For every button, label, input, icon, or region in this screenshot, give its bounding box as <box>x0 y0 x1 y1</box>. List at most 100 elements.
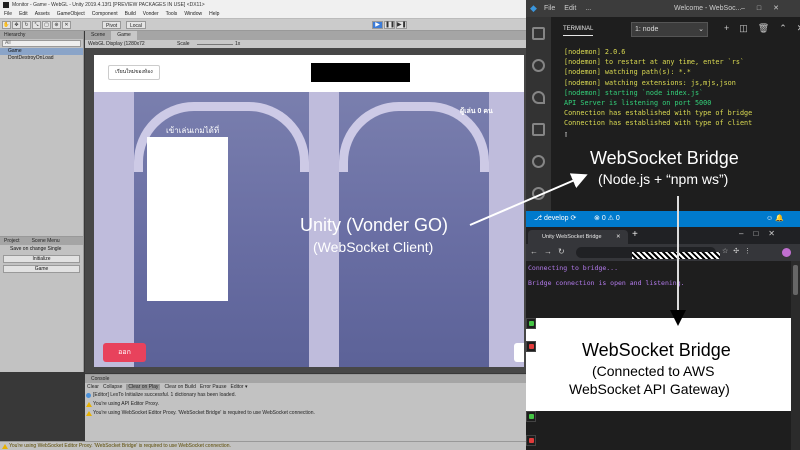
menu-assets[interactable]: Assets <box>35 10 50 19</box>
extensions-icon[interactable] <box>532 123 545 136</box>
source-control-icon[interactable] <box>532 91 545 104</box>
browser-tab[interactable]: Unity WebSocket Bridge ✕ <box>528 230 628 244</box>
game-panel: Scene Game WebGL Display (1280x72 Scale … <box>85 31 526 373</box>
menu-vonder[interactable]: Vonder <box>143 10 159 19</box>
new-tab-icon[interactable]: + <box>632 229 638 240</box>
avatar[interactable] <box>782 248 791 257</box>
back-icon[interactable]: ← <box>530 247 544 256</box>
pivot-toggle[interactable]: Pivot <box>102 21 122 29</box>
add-terminal-icon[interactable]: + <box>724 23 739 33</box>
window-controls[interactable]: –□✕ <box>741 0 791 17</box>
vscode-menu: File Edit... <box>544 0 600 17</box>
hand-tool-icon[interactable]: ✋ <box>2 21 11 29</box>
move-tool-icon[interactable]: ✥ <box>12 21 21 29</box>
sync-icon[interactable]: ⟳ <box>571 215 577 222</box>
forward-icon[interactable]: → <box>544 247 558 256</box>
tab-terminal[interactable]: TERMINAL <box>563 26 594 36</box>
scrollbar-thumb[interactable] <box>793 265 798 295</box>
console-error-pause-button[interactable]: Error Pause <box>200 384 227 390</box>
feedback-icon[interactable]: ☺ <box>766 215 773 222</box>
menu-help[interactable]: Help <box>209 10 219 19</box>
chrome-window-controls[interactable]: –□✕ <box>739 229 785 238</box>
console-clear-button[interactable]: Clear <box>87 384 99 390</box>
gear-icon[interactable] <box>532 187 545 200</box>
save-on-change-select[interactable]: Single <box>48 246 62 252</box>
rotate-tool-icon[interactable]: ↻ <box>22 21 31 29</box>
terminal-select[interactable]: 1: node ⌄ <box>631 22 708 37</box>
console-row[interactable]: [Editor] LexTo Initialize successful. 1 … <box>85 391 526 400</box>
join-label: เข้าเล่นเกมได้ที่ <box>166 126 220 135</box>
vscode-menu-edit[interactable]: Edit <box>564 5 576 12</box>
display-select[interactable]: WebGL Display (1280x72 <box>88 41 145 47</box>
unity-menu-bar: File Edit Assets GameObject Component Build Vo… <box>0 10 526 19</box>
tab-scene-menu[interactable]: Scene Menu <box>32 238 60 244</box>
close-tab-icon[interactable]: ✕ <box>616 230 621 244</box>
terminal-output[interactable]: [nodemon] 2.0.6 [nodemon] to restart at a… <box>564 47 800 139</box>
explorer-icon[interactable] <box>532 27 545 40</box>
reload-icon[interactable]: ↻ <box>558 247 571 256</box>
scale-label: Scale <box>177 41 190 47</box>
search-icon[interactable] <box>532 59 545 72</box>
scrollbar[interactable] <box>791 261 800 450</box>
vscode-status-bar: ⎇ develop ⟳ ⊗ 0 ⚠ 0 ☺ 🔔 <box>526 211 800 227</box>
tab-scene[interactable]: Scene <box>85 31 111 40</box>
tab-game[interactable]: Game <box>111 31 137 40</box>
problems-indicator[interactable]: ⊗ 0 ⚠ 0 <box>594 211 620 227</box>
green-marker-icon <box>529 414 534 419</box>
vscode-window: ◆ File Edit... Welcome - WebSoc... –□✕ TE… <box>526 0 800 227</box>
pause-button[interactable]: ❚❚ <box>384 21 395 29</box>
log-marker <box>526 341 536 352</box>
transform-tool-icon[interactable]: ⊕ <box>52 21 61 29</box>
menu-component[interactable]: Component <box>92 10 118 19</box>
star-icon[interactable]: ☆ <box>722 248 733 255</box>
warning-icon <box>86 402 92 407</box>
branch-indicator[interactable]: ⎇ develop ⟳ <box>534 211 576 227</box>
console-tab[interactable]: Console <box>85 375 526 383</box>
hierarchy-panel: Hierarchy All Game DontDestroyOnLoad <box>0 31 84 236</box>
account-icon[interactable] <box>532 155 545 168</box>
console-row[interactable]: You're using API Editor Proxy. <box>85 400 526 409</box>
custom-tool-icon[interactable]: ✕ <box>62 21 71 29</box>
menu-window[interactable]: Window <box>184 10 202 19</box>
menu-build[interactable]: Build <box>125 10 136 19</box>
unity-status-bar[interactable]: You're using WebSocket Editor Proxy. 'We… <box>0 441 526 450</box>
step-button[interactable]: ▶❚ <box>396 21 407 29</box>
console-collapse-button[interactable]: Collapse <box>103 384 122 390</box>
menu-gameobject[interactable]: GameObject <box>57 10 85 19</box>
menu-edit[interactable]: Edit <box>19 10 28 19</box>
hierarchy-search-input[interactable]: All <box>2 40 81 47</box>
bell-icon[interactable]: 🔔 <box>775 215 784 222</box>
console-row[interactable]: You're using WebSocket Editor Proxy. 'We… <box>85 409 526 418</box>
initialize-button[interactable]: Initialize <box>3 255 80 263</box>
omnibox[interactable] <box>576 247 720 259</box>
play-button[interactable]: ▶ <box>372 21 383 29</box>
split-terminal-icon[interactable]: ◫ <box>739 23 758 33</box>
rect-tool-icon[interactable]: ▢ <box>42 21 51 29</box>
puzzle-icon[interactable]: ✣ <box>733 248 744 255</box>
console-clear-on-build-button[interactable]: Clear on Build <box>164 384 195 390</box>
chevron-up-icon[interactable]: ⌃ <box>779 23 797 33</box>
right-button-chip[interactable] <box>514 343 524 362</box>
hierarchy-item-game[interactable]: Game <box>0 48 83 55</box>
game-view[interactable]: เรียนใหม่ของห้อง ผู้เล่น 0 คน เข้าเล่นเก… <box>94 55 524 367</box>
trash-icon[interactable]: 🗑 <box>758 23 779 33</box>
menu-file[interactable]: File <box>4 10 12 19</box>
menu-tools[interactable]: Tools <box>166 10 178 19</box>
refresh-room-button[interactable]: เรียนใหม่ของห้อง <box>108 65 160 80</box>
scale-slider[interactable] <box>197 44 233 45</box>
vscode-menu-more[interactable]: ... <box>585 5 591 12</box>
console-editor-select[interactable]: Editor ▾ <box>231 384 248 390</box>
hierarchy-tab[interactable]: Hierarchy <box>0 31 83 39</box>
hierarchy-item-dontdestroyonload[interactable]: DontDestroyOnLoad <box>0 55 83 62</box>
vscode-menu-file[interactable]: File <box>544 5 555 12</box>
terminal-header: TERMINAL 1: node ⌄ +◫🗑⌃✕ <box>551 17 800 42</box>
scale-tool-icon[interactable]: ⤡ <box>32 21 41 29</box>
game-button[interactable]: Game <box>3 265 80 273</box>
menu-icon[interactable]: ⋮ <box>744 248 756 255</box>
exit-button[interactable]: ออก <box>103 343 146 362</box>
local-toggle[interactable]: Local <box>126 21 146 29</box>
warning-icon <box>2 444 8 449</box>
console-message: You're using API Editor Proxy. <box>93 401 159 407</box>
tab-project[interactable]: Project <box>4 238 20 244</box>
console-clear-on-play-button[interactable]: Clear on Play <box>126 384 161 390</box>
